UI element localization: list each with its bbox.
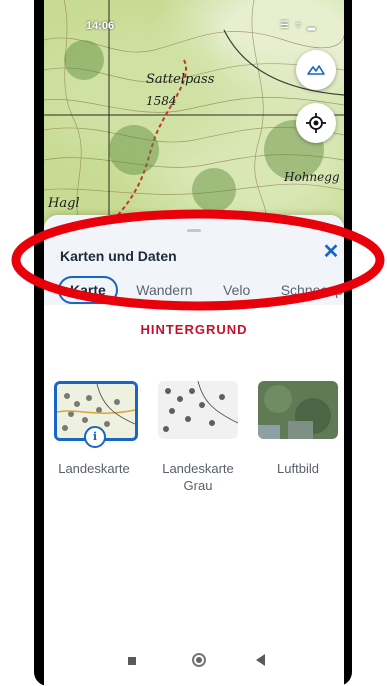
locate-button[interactable] xyxy=(296,103,336,143)
status-icons: ☰ ▿ ▂ xyxy=(280,20,318,31)
status-time: 14:06 xyxy=(86,20,115,32)
luftbild-thumbnail xyxy=(258,381,338,439)
tab-karte[interactable]: Karte xyxy=(58,276,118,304)
tab-wandern[interactable]: Wandern xyxy=(124,276,204,304)
section-title-background: HINTERGRUND xyxy=(140,322,248,337)
map-label-place-left: Hagl xyxy=(48,196,80,211)
map-view[interactable]: 14:06 ☰ ▿ ▂ Sattelpass 1584 Hohnegg Hagl xyxy=(44,0,344,230)
landeskarte-grau-thumbnail xyxy=(158,381,238,439)
background-label-landeskarte-grau: Landeskarte Grau xyxy=(162,461,234,493)
close-button[interactable]: ✕ xyxy=(320,241,342,263)
layers-icon xyxy=(307,65,325,75)
tab-velo[interactable]: Velo xyxy=(211,276,262,304)
layers-button[interactable] xyxy=(296,50,336,90)
back-icon[interactable] xyxy=(256,654,265,666)
recents-icon[interactable] xyxy=(128,657,136,665)
background-label-landeskarte: Landeskarte xyxy=(58,461,130,476)
map-label-place: Hohnegg xyxy=(284,170,340,184)
home-icon[interactable] xyxy=(192,653,206,667)
category-tabs: Karte Wandern Velo Schneesport xyxy=(54,276,344,306)
background-label-luftbild: Luftbild xyxy=(277,461,319,476)
panel-title: Karten und Daten xyxy=(60,248,177,264)
drag-handle[interactable] xyxy=(187,229,201,232)
panel-header: Karten und Daten ✕ Karte Wandern Velo Sc… xyxy=(44,215,344,305)
background-luftbild[interactable] xyxy=(258,381,338,439)
background-landeskarte-grau[interactable] xyxy=(158,381,238,439)
maps-data-panel: Karten und Daten ✕ Karte Wandern Velo Sc… xyxy=(44,215,344,686)
locate-icon xyxy=(306,113,326,133)
map-label-elevation: 1584 xyxy=(146,94,177,108)
tab-schneesport[interactable]: Schneesport xyxy=(269,276,344,304)
screen: 14:06 ☰ ▿ ▂ Sattelpass 1584 Hohnegg Hagl xyxy=(44,0,344,686)
info-icon[interactable]: i xyxy=(84,426,106,448)
map-label-pass: Sattelpass xyxy=(146,72,215,87)
